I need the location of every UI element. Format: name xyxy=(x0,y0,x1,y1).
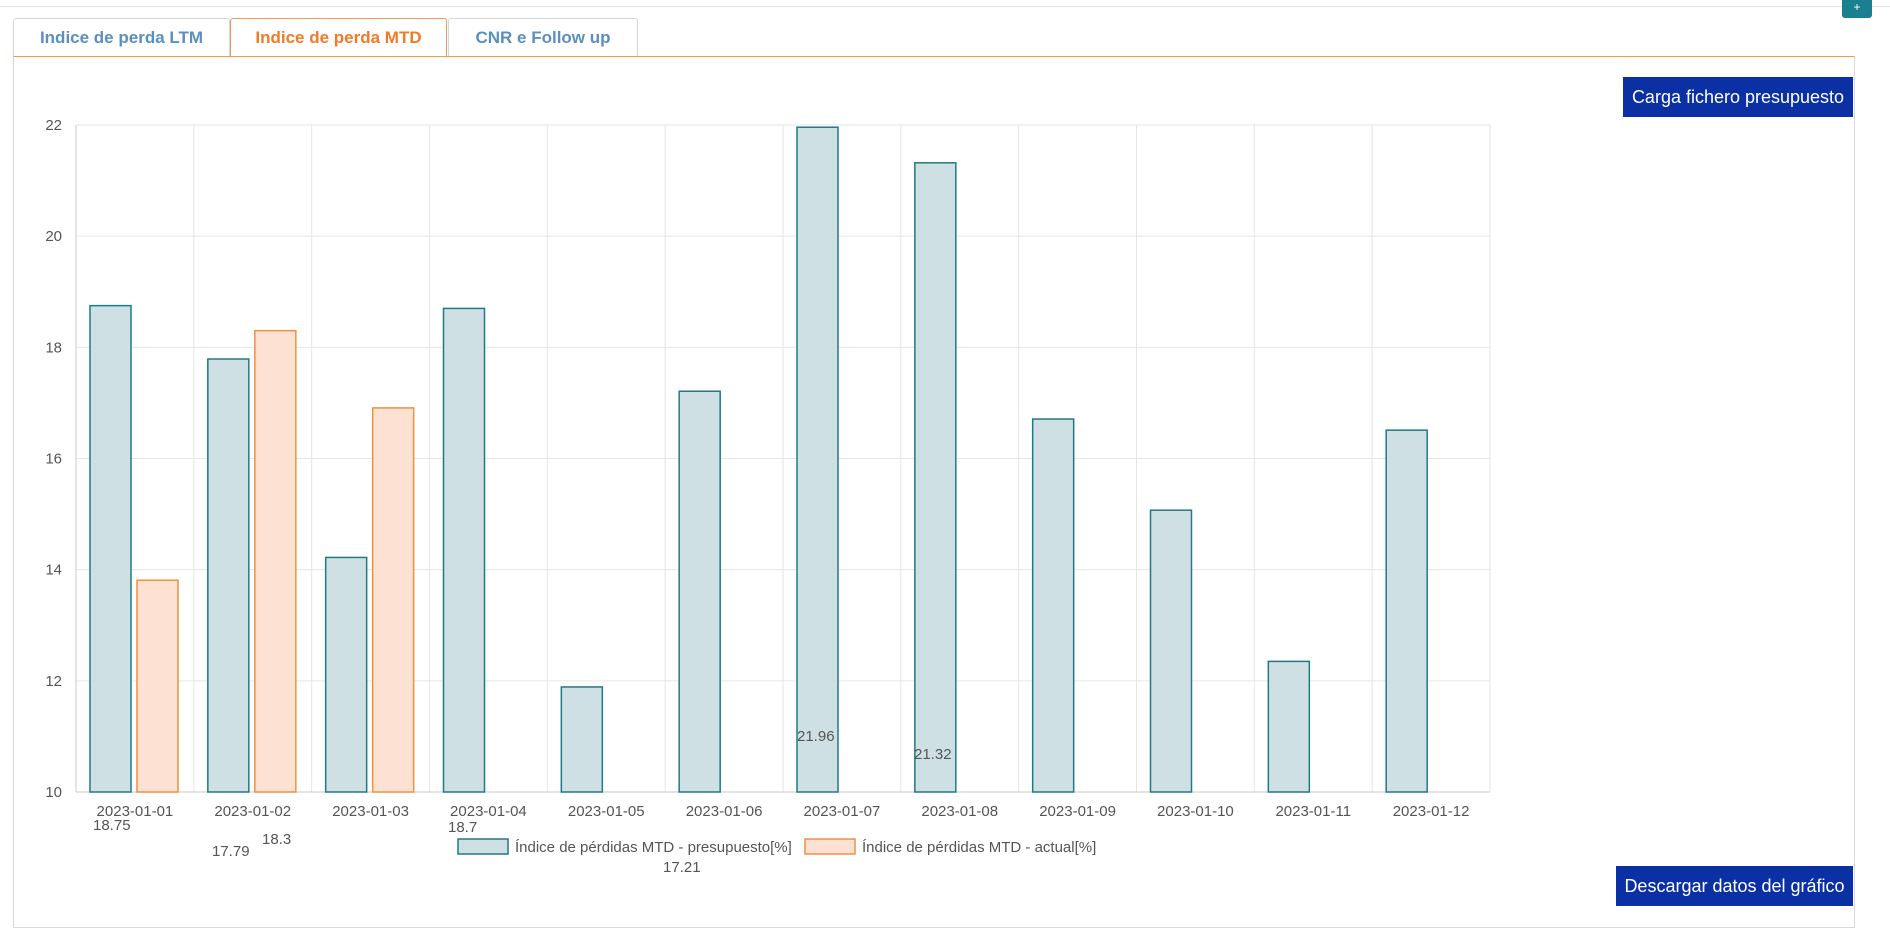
bar-actual xyxy=(136,579,179,793)
x-tick-label: 2023-01-09 xyxy=(1039,803,1116,820)
x-tick-label: 2023-01-03 xyxy=(332,803,409,820)
x-tick-label: 2023-01-06 xyxy=(686,803,763,820)
x-tick-label: 2023-01-12 xyxy=(1393,803,1470,820)
bar-budget xyxy=(207,358,250,793)
bar-chart: 101214161820222023-01-01 2023-01-02 2023-0… xyxy=(45,117,1491,876)
legend-label-budget: Índice de pérdidas MTD - presupuesto[%] xyxy=(515,839,792,856)
y-tick-label: 10 xyxy=(45,784,62,801)
x-tick-label: 2023-01-08 xyxy=(921,803,998,820)
data-label: 21.96 xyxy=(797,728,835,745)
bar-budget xyxy=(1031,418,1075,793)
chart-bars xyxy=(89,126,1428,793)
bar-budget xyxy=(442,307,486,793)
data-label: 18.75 xyxy=(93,817,131,834)
bar-actual xyxy=(371,407,415,793)
y-tick-label: 18 xyxy=(45,339,62,356)
x-tick-label: 2023-01-05 xyxy=(568,803,645,820)
data-label: 17.21 xyxy=(663,859,701,876)
x-tick-label: 2023-01-07 xyxy=(804,803,881,820)
legend-swatch-budget xyxy=(457,838,509,855)
bar-budget xyxy=(1385,429,1428,793)
legend-swatch-actual xyxy=(804,838,856,855)
x-tick-label: 2023-01-04 xyxy=(450,803,527,820)
chart-legend: Índice de pérdidas MTD - presupuesto[%] Í… xyxy=(457,838,1096,856)
bar-budget xyxy=(89,304,132,793)
y-tick-label: 16 xyxy=(45,451,62,468)
legend-label-actual: Índice de pérdidas MTD - actual[%] xyxy=(862,839,1096,856)
data-label: 18.3 xyxy=(262,831,291,848)
y-tick-label: 14 xyxy=(45,562,62,579)
bar-budget xyxy=(914,162,957,793)
data-label: 17.79 xyxy=(212,843,250,860)
y-tick-label: 22 xyxy=(45,117,62,134)
bar-budget xyxy=(796,126,839,793)
x-tick-label: 2023-01-02 xyxy=(214,803,291,820)
x-tick-label: 2023-01-11 xyxy=(1275,803,1351,820)
bar-budget xyxy=(1267,660,1311,793)
bar-budget xyxy=(560,686,604,793)
bar-budget xyxy=(678,390,721,793)
y-tick-label: 12 xyxy=(45,673,62,690)
data-label: 21.32 xyxy=(914,746,952,763)
bar-budget xyxy=(1149,509,1193,793)
data-label: 18.7 xyxy=(448,819,477,836)
bar-actual xyxy=(254,329,297,793)
x-tick-label: 2023-01-10 xyxy=(1157,803,1234,820)
bar-budget xyxy=(324,556,368,793)
y-tick-label: 20 xyxy=(45,228,62,245)
